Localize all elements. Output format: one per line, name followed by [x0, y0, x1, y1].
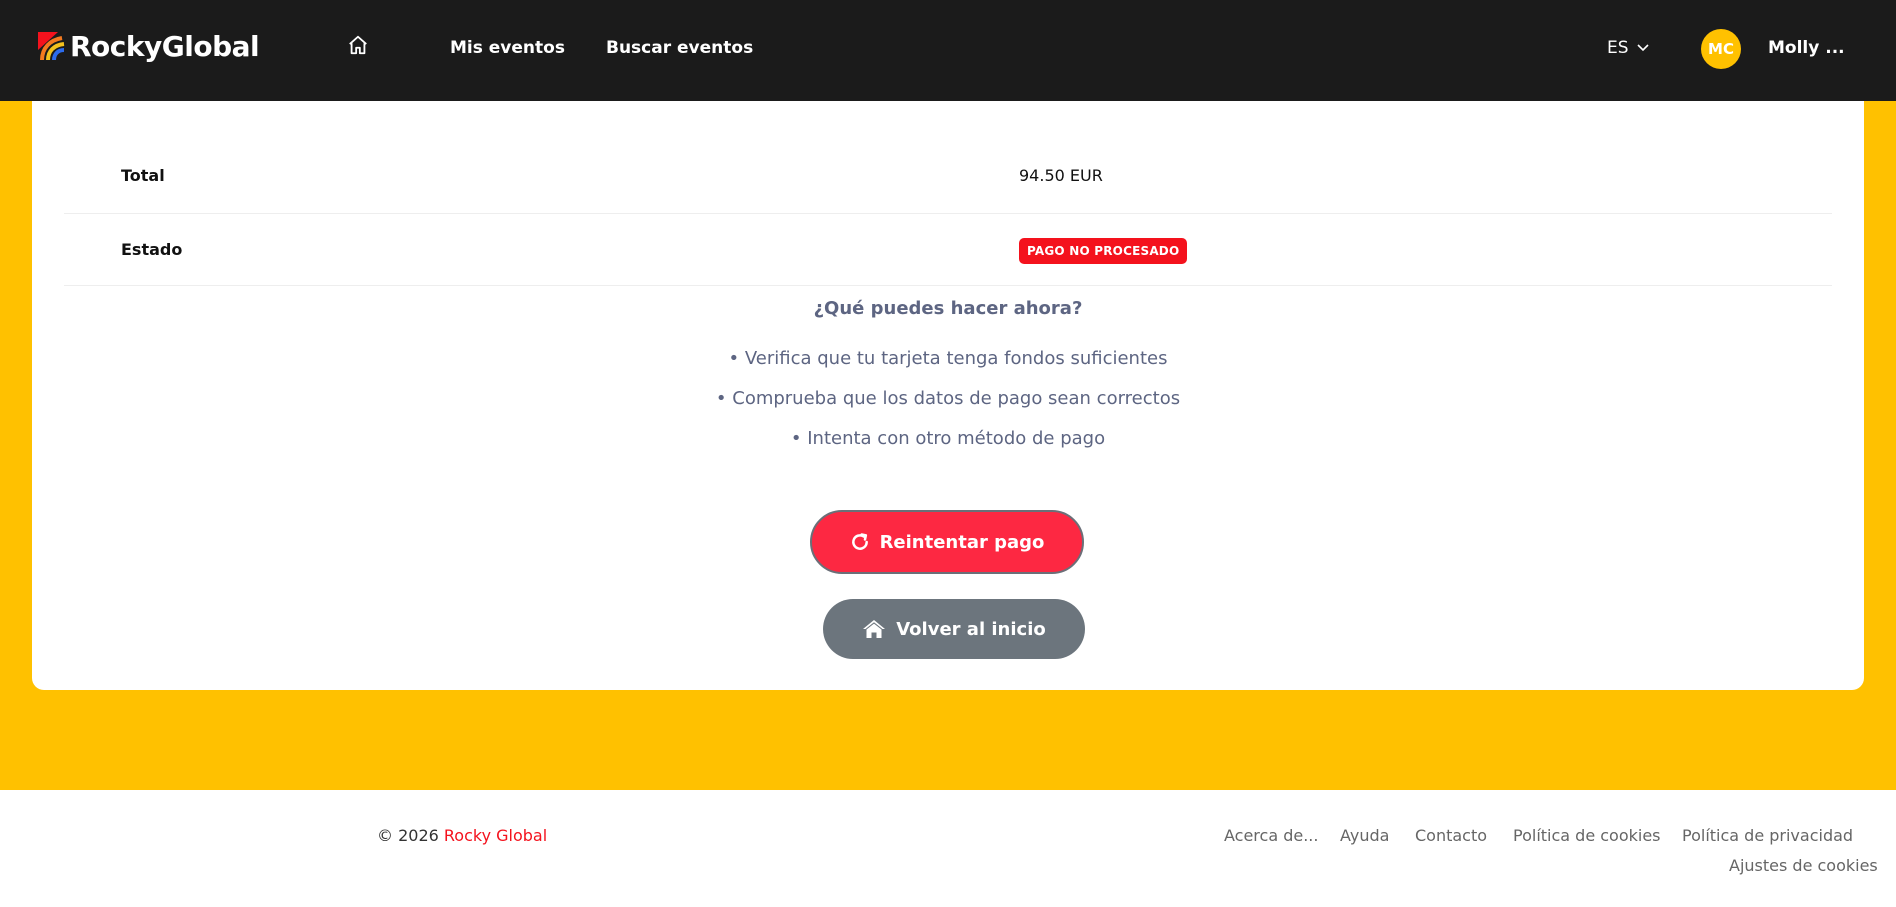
help-item: • Verifica que tu tarjeta tenga fondos s… [728, 348, 1168, 369]
footer-link-privacy[interactable]: Política de privacidad [1682, 826, 1853, 845]
status-label: Estado [121, 240, 183, 259]
order-status-row: Estado PAGO NO PROCESADO [64, 214, 1832, 286]
footer-link-cookies[interactable]: Política de cookies [1513, 826, 1661, 845]
copyright-prefix: © 2026 [377, 826, 444, 845]
status-badge: PAGO NO PROCESADO [1019, 238, 1188, 264]
nav-home-button[interactable] [345, 32, 371, 58]
nav-buscar-eventos[interactable]: Buscar eventos [606, 38, 753, 58]
retry-payment-button[interactable]: Reintentar pago [810, 510, 1084, 574]
help-title: ¿Qué puedes hacer ahora? [813, 298, 1083, 319]
retry-payment-label: Reintentar pago [879, 531, 1045, 553]
brand-name: RockyGlobal [70, 29, 260, 63]
help-item: • Intenta con otro método de pago [790, 428, 1106, 449]
payment-result-card: Total 94.50 EUR Estado PAGO NO PROCESADO… [32, 60, 1864, 690]
total-label: Total [121, 166, 165, 185]
help-item: • Comprueba que los datos de pago sean c… [715, 388, 1181, 409]
home-icon [863, 620, 886, 638]
total-value: 94.50 EUR [1019, 166, 1103, 185]
user-menu-name[interactable]: Molly ... [1768, 38, 1845, 58]
copyright: © 2026 Rocky Global [377, 826, 547, 845]
footer-link-about[interactable]: Acerca de... [1224, 826, 1318, 845]
user-avatar[interactable]: MC [1701, 29, 1741, 69]
refresh-icon [851, 533, 868, 550]
top-navbar: RockyGlobal Mis eventos Buscar eventos E… [0, 0, 1896, 101]
back-home-label: Volver al inicio [896, 618, 1046, 640]
nav-mis-eventos[interactable]: Mis eventos [450, 38, 565, 58]
order-total-row: Total 94.50 EUR [64, 141, 1832, 214]
footer-link-contact[interactable]: Contacto [1415, 826, 1487, 845]
brand-logo[interactable]: RockyGlobal [36, 28, 260, 64]
language-selector[interactable]: ES [1607, 38, 1649, 58]
footer-link-cookie-settings[interactable]: Ajustes de cookies [1729, 856, 1878, 875]
footer-link-help[interactable]: Ayuda [1340, 826, 1389, 845]
home-icon [349, 35, 367, 55]
back-home-button[interactable]: Volver al inicio [823, 599, 1085, 659]
logo-stripes-icon [38, 32, 65, 61]
copyright-brand-link[interactable]: Rocky Global [444, 826, 547, 845]
site-footer: © 2026 Rocky Global Acerca de... Ayuda C… [0, 790, 1896, 907]
language-label: ES [1607, 38, 1629, 58]
chevron-down-icon [1636, 44, 1649, 52]
